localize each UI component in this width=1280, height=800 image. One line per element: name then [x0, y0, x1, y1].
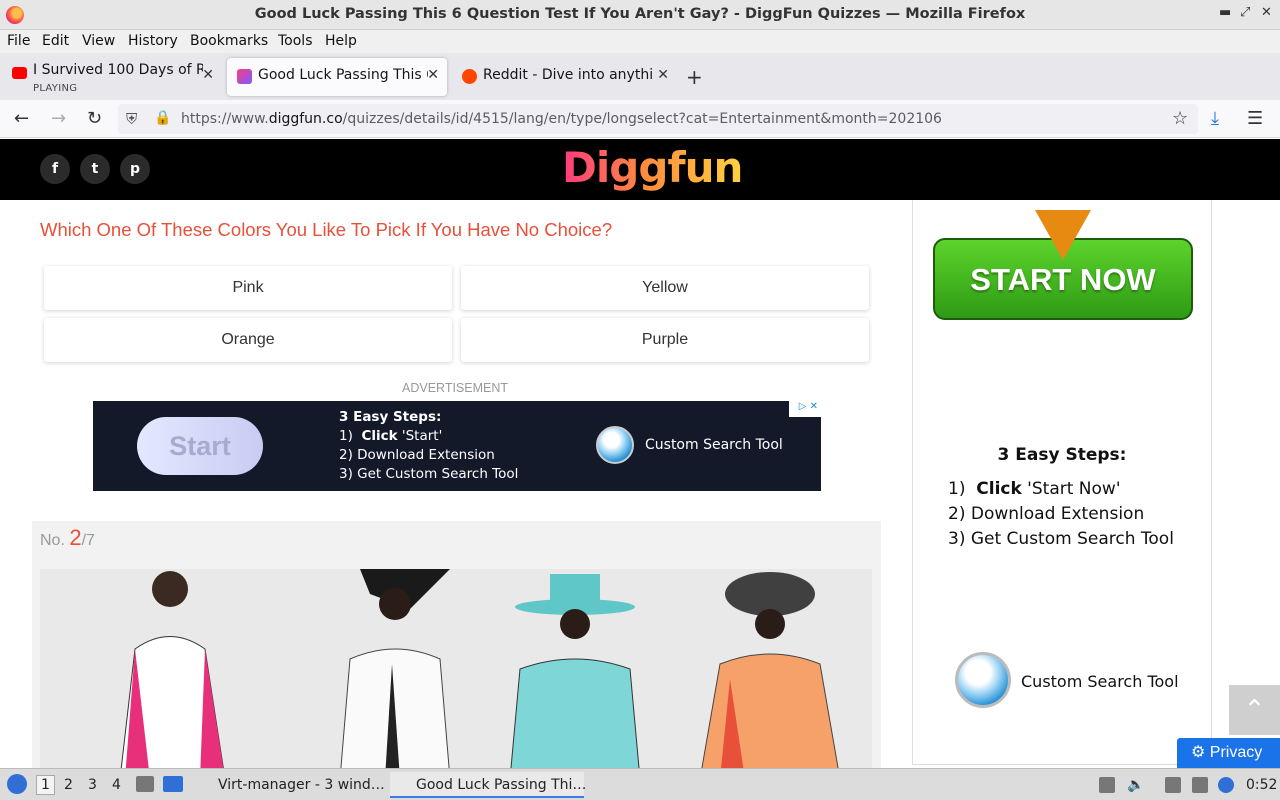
maximize-icon[interactable]: ⤢ — [1240, 5, 1250, 20]
forward-icon[interactable]: → — [51, 108, 66, 129]
ad-step-2: 2) Download Extension — [339, 447, 495, 463]
bookmark-star-icon[interactable]: ☆ — [1172, 108, 1188, 129]
tray-updates-icon[interactable] — [1099, 777, 1115, 793]
menu-help[interactable]: Help — [325, 33, 357, 49]
answer-pink[interactable]: Pink — [44, 266, 452, 310]
privacy-label: Privacy — [1209, 744, 1263, 761]
answer-yellow[interactable]: Yellow — [461, 266, 869, 310]
privacy-button[interactable]: ⚙ Privacy — [1177, 738, 1280, 768]
url-text[interactable]: https://www.diggfun.co/quizzes/details/i… — [181, 111, 942, 127]
volume-icon[interactable]: 🔈 — [1127, 777, 1144, 793]
gear-icon: ⚙ — [1191, 744, 1206, 761]
menu-bookmarks[interactable]: Bookmarks — [190, 33, 268, 49]
arrow-down-icon — [1035, 210, 1091, 260]
workspace-2[interactable]: 2 — [64, 777, 73, 793]
sidebar-step-3: 3) Get Custom Search Tool — [948, 529, 1174, 549]
tab-diggfun[interactable]: Good Luck Passing This 6 ✕ — [227, 58, 447, 96]
answer-purple[interactable]: Purple — [461, 318, 869, 362]
file-manager-icon[interactable] — [136, 776, 154, 792]
task-virt-manager[interactable]: Virt-manager - 3 wind… — [192, 772, 385, 798]
quiz-image-card: No. 2/7 — [32, 521, 881, 768]
window-title: Good Luck Passing This 6 Question Test I… — [254, 6, 1026, 22]
tab-youtube[interactable]: I Survived 100 Days of R PLAYING ✕ — [2, 58, 222, 96]
ad-start-button[interactable]: Start — [137, 417, 263, 475]
navigation-bar: ← → ↻ ⛨ 🔒 https://www.diggfun.co/quizzes… — [0, 100, 1280, 138]
clock: 0:52 — [1246, 777, 1278, 793]
sidebar-step-2: 2) Download Extension — [948, 504, 1145, 524]
question-counter: No. 2/7 — [40, 525, 95, 550]
tab-reddit[interactable]: Reddit - Dive into anythin ✕ — [452, 58, 677, 96]
sidebar-steps: 1) Click 'Start Now' 2) Download Extensi… — [948, 477, 1174, 552]
task-firefox[interactable]: Good Luck Passing Thi… — [390, 772, 586, 798]
quiz-image — [40, 569, 872, 768]
twitter-icon[interactable]: t — [80, 154, 110, 184]
tab-close-icon[interactable]: ✕ — [202, 67, 214, 83]
tab-strip: I Survived 100 Days of R PLAYING ✕ Good … — [0, 53, 1280, 100]
diggfun-icon — [237, 69, 252, 84]
youtube-icon — [12, 67, 27, 79]
menu-tools[interactable]: Tools — [278, 33, 313, 49]
tab-close-icon[interactable]: ✕ — [427, 67, 439, 83]
workspace-3[interactable]: 3 — [88, 777, 97, 793]
menu-bar: File Edit View History Bookmarks Tools H… — [0, 30, 1280, 53]
window-titlebar: Good Luck Passing This 6 Question Test I… — [0, 0, 1280, 30]
sidebar-step-1: 1) Click 'Start Now' — [948, 479, 1121, 499]
new-tab-button[interactable]: + — [686, 65, 703, 89]
answer-orange[interactable]: Orange — [44, 318, 452, 362]
downloads-icon[interactable]: ⤓ — [1211, 108, 1219, 129]
scroll-to-top-button[interactable]: ⌃ — [1229, 685, 1280, 735]
reddit-icon — [462, 69, 477, 84]
pinterest-icon[interactable]: p — [120, 154, 150, 184]
menu-file[interactable]: File — [7, 33, 30, 49]
network-icon[interactable] — [1192, 777, 1208, 793]
site-header: f t p Diggfun — [0, 139, 1280, 200]
minimize-icon[interactable]: ▬ — [1219, 5, 1231, 20]
back-icon[interactable]: ← — [14, 108, 29, 129]
tab-close-icon[interactable]: ✕ — [657, 67, 669, 83]
banner-ad[interactable]: Start 3 Easy Steps: 1) Click 'Start' 2) … — [93, 401, 821, 491]
workspace-4[interactable]: 4 — [112, 777, 121, 793]
menu-edit[interactable]: Edit — [42, 33, 69, 49]
desktop-icon[interactable] — [163, 776, 183, 792]
sidebar-tool-name: Custom Search Tool — [1021, 672, 1179, 691]
clipboard-icon[interactable] — [1165, 777, 1181, 793]
workspace-1[interactable]: 1 — [36, 775, 55, 795]
shield-icon[interactable]: ⛨ — [126, 110, 137, 128]
ad-steps: 3 Easy Steps: 1) Click 'Start' 2) Downlo… — [339, 408, 518, 484]
url-bar[interactable]: ⛨ 🔒 https://www.diggfun.co/quizzes/detai… — [118, 104, 1198, 134]
ad-step-3: 3) Get Custom Search Tool — [339, 466, 519, 482]
site-logo[interactable]: Diggfun — [562, 143, 743, 192]
sidebar-ad[interactable]: START NOW 3 Easy Steps: 1) Click 'Start … — [912, 200, 1212, 765]
hamburger-menu-icon[interactable]: ☰ — [1247, 108, 1263, 129]
notification-icon[interactable] — [1218, 777, 1234, 793]
tab-playing-label: PLAYING — [33, 83, 78, 94]
start-menu-icon[interactable] — [7, 774, 27, 794]
reload-icon[interactable]: ↻ — [87, 108, 102, 129]
quiz-question: Which One Of These Colors You Like To Pi… — [40, 219, 613, 240]
tab-label: I Survived 100 Days of R — [33, 62, 203, 78]
advertisement-label: ADVERTISEMENT — [402, 381, 509, 395]
magnifier-icon — [596, 426, 634, 464]
ad-step-1: 1) Click 'Start' — [339, 428, 443, 444]
lock-icon[interactable]: 🔒 — [154, 110, 171, 126]
taskbar: 1 2 3 4 Virt-manager - 3 wind… Good Luck… — [0, 768, 1280, 800]
adchoices-close-icon[interactable]: ▷ ✕ — [789, 401, 821, 417]
tab-label: Good Luck Passing This 6 — [258, 67, 428, 83]
tab-label: Reddit - Dive into anythin — [483, 67, 653, 83]
facebook-icon[interactable]: f — [40, 154, 70, 184]
menu-history[interactable]: History — [128, 33, 178, 49]
menu-view[interactable]: View — [82, 33, 115, 49]
sidebar-steps-title: 3 Easy Steps: — [997, 445, 1127, 465]
magnifier-icon — [955, 652, 1011, 708]
ad-steps-title: 3 Easy Steps: — [339, 409, 442, 425]
close-icon[interactable]: ✕ — [1261, 5, 1272, 20]
ad-tool-name: Custom Search Tool — [645, 437, 783, 453]
page-content: f t p Diggfun Which One Of These Colors … — [0, 139, 1280, 768]
